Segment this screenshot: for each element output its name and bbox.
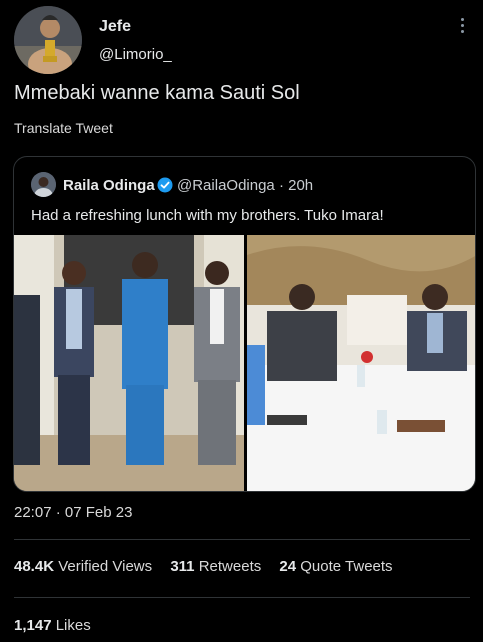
quoted-author-avatar[interactable] — [31, 172, 56, 197]
quotes-stat[interactable]: 24 Quote Tweets — [279, 558, 392, 575]
photo-group-lunch[interactable] — [247, 235, 475, 491]
quotes-label: Quote Tweets — [300, 558, 393, 575]
retweets-stat[interactable]: 311 Retweets — [170, 558, 261, 575]
quoted-photos — [14, 235, 475, 491]
meta-separator: · — [278, 177, 284, 194]
author-handle[interactable]: @Limorio_ — [99, 46, 172, 63]
views-stat[interactable]: 48.4K Verified Views — [14, 558, 152, 575]
retweets-label: Retweets — [198, 558, 262, 575]
tweet-stats: 48.4K Verified Views 311 Retweets 24 Quo… — [14, 558, 407, 575]
quoted-author-handle[interactable]: @RailaOdinga — [177, 177, 275, 194]
author-name[interactable]: Jefe — [99, 18, 131, 36]
author-avatar[interactable] — [14, 6, 82, 74]
quoted-tweet-text: Had a refreshing lunch with my brothers.… — [31, 207, 384, 224]
tweet-timestamp[interactable]: 22:07 · 07 Feb 23 — [14, 504, 132, 521]
divider — [14, 539, 470, 540]
likes-count: 1,147 — [14, 617, 52, 634]
quoted-tweet-card[interactable]: Raila Odinga @RailaOdinga · 20h Had a re… — [13, 156, 476, 492]
divider — [14, 597, 470, 598]
more-vertical-icon[interactable] — [454, 16, 470, 40]
photo-group-standing[interactable] — [14, 235, 244, 491]
quotes-count: 24 — [279, 558, 297, 575]
quoted-age[interactable]: 20h — [288, 177, 313, 194]
likes-label: Likes — [55, 617, 91, 634]
translate-tweet-link[interactable]: Translate Tweet — [14, 120, 113, 136]
quoted-author-name[interactable]: Raila Odinga — [63, 177, 155, 194]
tweet-text: Mmebaki wanne kama Sauti Sol — [14, 82, 300, 104]
tweet-header: Jefe @Limorio_ — [14, 6, 470, 76]
quoted-meta: @RailaOdinga · 20h — [177, 177, 313, 194]
views-label: Verified Views — [58, 558, 153, 575]
retweets-count: 311 — [170, 558, 195, 575]
views-count: 48.4K — [14, 558, 55, 575]
likes-stat[interactable]: 1,147 Likes — [14, 617, 91, 634]
verified-badge-icon — [157, 177, 173, 193]
